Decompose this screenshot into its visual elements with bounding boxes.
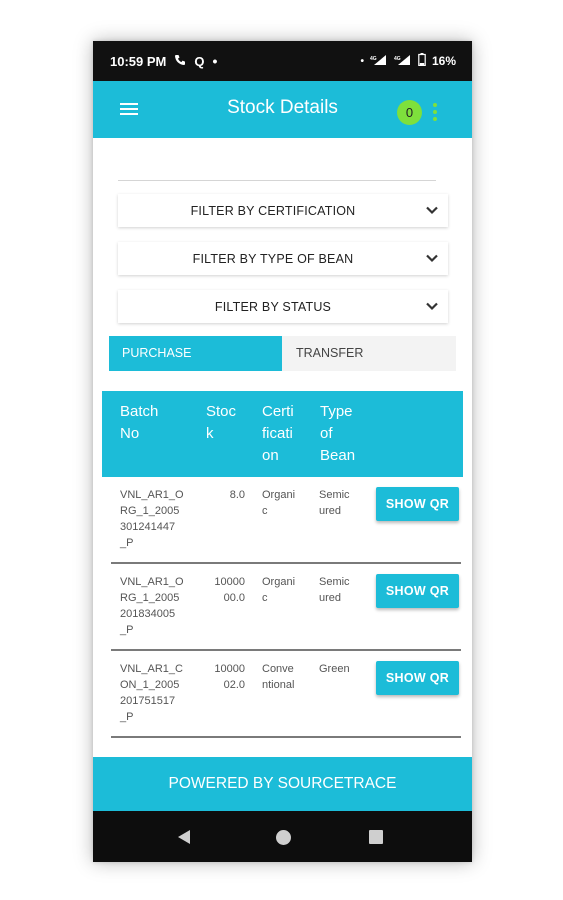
dot-icon: •: [212, 53, 218, 69]
status-time: 10:59 PM: [110, 53, 167, 69]
show-qr-button[interactable]: SHOW QR: [376, 574, 459, 608]
cell-batch-no: VNL_AR1_O RG_1_2005 301241447 _P: [120, 489, 184, 549]
cell-certification: Conve ntional: [262, 663, 295, 691]
app-bar: Stock Details 0: [93, 81, 472, 138]
cell-certification: Organi c: [262, 489, 296, 517]
battery-level: 16%: [431, 54, 456, 68]
row-divider: [111, 736, 461, 738]
cell-stock: 10000 00.0: [214, 576, 245, 604]
home-icon[interactable]: [276, 830, 291, 845]
tab-purchase[interactable]: PURCHASE: [109, 336, 282, 371]
table-header: Batch No Stoc k Certi ficati on Type of …: [102, 391, 463, 477]
cell-batch-no: VNL_AR1_C ON_1_2005 201751517 _P: [120, 663, 183, 723]
svg-text:4G: 4G: [394, 56, 401, 62]
chevron-down-icon: [424, 202, 440, 221]
cell-type-of-bean: Semic ured: [319, 489, 350, 517]
column-header-type-of-bean: Type of Bean: [320, 403, 356, 464]
tab-bar: PURCHASE TRANSFER: [109, 336, 456, 371]
filter-label: FILTER BY STATUS: [214, 300, 332, 314]
show-qr-button[interactable]: SHOW QR: [376, 487, 459, 521]
column-header-certification: Certi ficati on: [262, 403, 294, 464]
dot-icon: •: [360, 55, 364, 67]
chevron-down-icon: [424, 298, 440, 317]
divider: [118, 180, 436, 181]
recents-icon[interactable]: [369, 830, 383, 844]
table-row: VNL_AR1_O RG_1_2005 201834005 _P 10000 0…: [102, 564, 463, 651]
tab-transfer[interactable]: TRANSFER: [282, 336, 456, 371]
4g-signal-icon: 4G: [394, 54, 412, 69]
filter-label: FILTER BY TYPE OF BEAN: [192, 252, 354, 266]
table-row: VNL_AR1_C ON_1_2005 201751517 _P 10000 0…: [102, 651, 463, 738]
cell-stock: 10000 02.0: [214, 663, 245, 691]
kebab-icon[interactable]: [433, 103, 437, 124]
table-row: VNL_AR1_O RG_1_2005 301241447 _P 8.0 Org…: [102, 477, 463, 564]
phone-frame: 10:59 PM Q • • 4G 4G 16% Stock Details 0: [93, 41, 472, 862]
cell-batch-no: VNL_AR1_O RG_1_2005 201834005 _P: [120, 576, 184, 636]
q-app-icon: Q: [194, 53, 205, 69]
hd-signal-icon: 4G: [370, 54, 388, 69]
cell-stock: 8.0: [229, 489, 245, 501]
footer-banner: POWERED BY SOURCETRACE: [93, 757, 472, 811]
filter-type-of-bean[interactable]: FILTER BY TYPE OF BEAN: [118, 242, 448, 275]
status-bar: 10:59 PM Q • • 4G 4G 16%: [93, 41, 472, 81]
column-header-stock: Stoc k: [206, 403, 237, 442]
column-header-batch-no: Batch No: [120, 403, 159, 442]
notification-badge[interactable]: 0: [397, 100, 422, 125]
chevron-down-icon: [424, 250, 440, 269]
phone-call-icon: [174, 54, 186, 69]
filter-label: FILTER BY CERTIFICATION: [190, 204, 356, 218]
cell-type-of-bean: Semic ured: [319, 576, 350, 604]
nav-bar: [93, 811, 472, 862]
battery-icon: [418, 53, 426, 69]
filter-status[interactable]: FILTER BY STATUS: [118, 290, 448, 323]
filter-certification[interactable]: FILTER BY CERTIFICATION: [118, 194, 448, 227]
show-qr-button[interactable]: SHOW QR: [376, 661, 459, 695]
svg-text:4G: 4G: [370, 56, 377, 62]
back-icon[interactable]: [177, 829, 191, 850]
cell-type-of-bean: Green: [319, 663, 350, 675]
cell-certification: Organi c: [262, 576, 296, 604]
